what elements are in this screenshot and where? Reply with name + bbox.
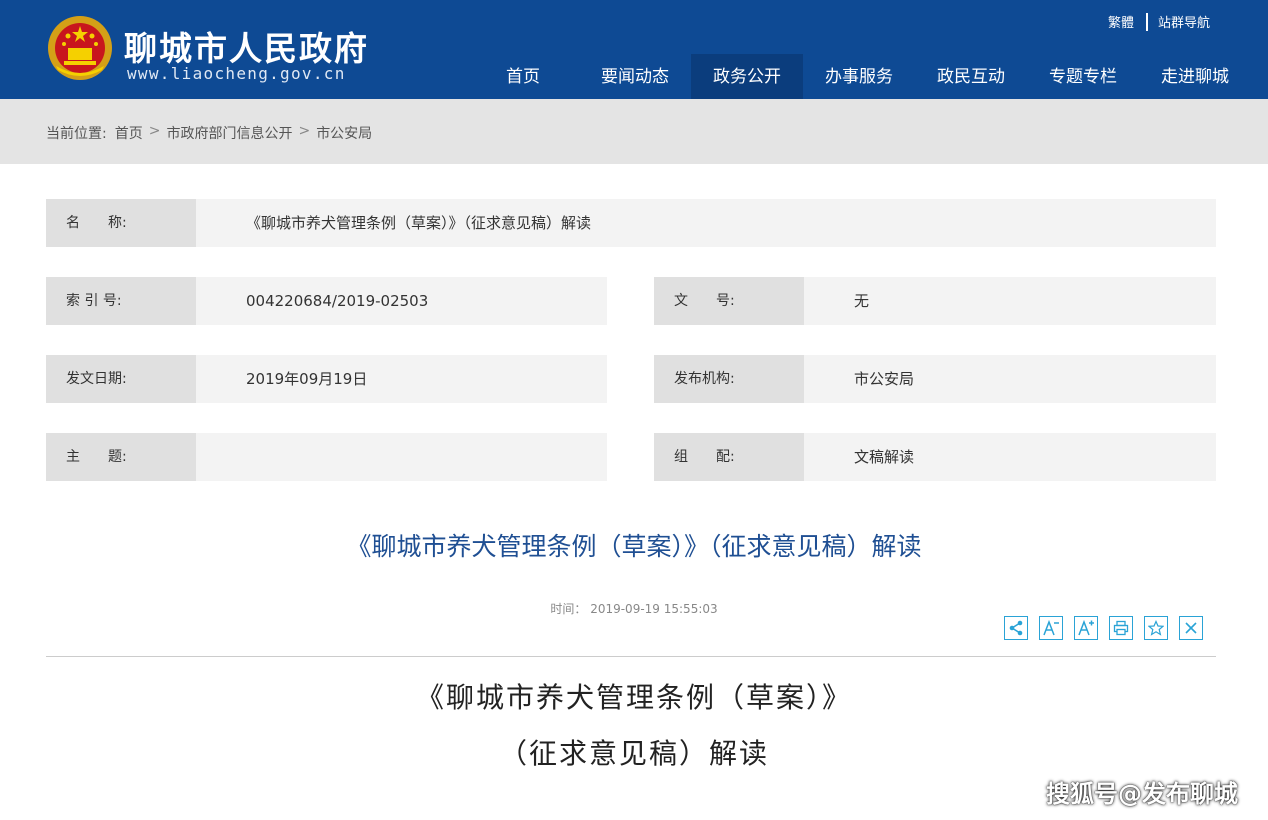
site-header: 聊城市人民政府 www.liaocheng.gov.cn 繁體 站群导航 首页 … — [0, 0, 1268, 99]
article-title: 《聊城市养犬管理条例（草案）》（征求意见稿）解读 — [346, 532, 922, 561]
info-label-doc-no: 文 号: — [654, 277, 804, 325]
breadcrumb: 当前位置: 首页 > 市政府部门信息公开 > 市公安局 — [46, 123, 372, 143]
info-row-index-no: 索 引 号: 004220684/2019-02503 — [46, 277, 607, 325]
site-group-nav-link[interactable]: 站群导航 — [1158, 12, 1210, 31]
info-value-org: 市公安局 — [804, 355, 1216, 403]
info-label-org: 发布机构: — [654, 355, 804, 403]
breadcrumb-separator: > — [298, 123, 311, 139]
info-row-date: 发文日期: 2019年09月19日 — [46, 355, 607, 403]
nav-gov-affairs[interactable]: 政务公开 — [691, 54, 803, 99]
favorite-icon[interactable] — [1144, 616, 1168, 640]
info-value-name: 《聊城市养犬管理条例（草案）》（征求意见稿）解读 — [196, 199, 1216, 247]
share-icon[interactable] — [1004, 616, 1028, 640]
print-icon[interactable] — [1109, 616, 1133, 640]
site-name[interactable]: 聊城市人民政府 — [124, 22, 369, 70]
breadcrumb-police-bureau[interactable]: 市公安局 — [316, 123, 372, 143]
font-decrease-icon[interactable] — [1039, 616, 1063, 640]
top-links: 繁體 站群导航 — [1108, 12, 1210, 31]
nav-services[interactable]: 办事服务 — [803, 54, 915, 99]
info-label-subject: 主 题: — [46, 433, 196, 481]
traditional-chinese-link[interactable]: 繁體 — [1108, 12, 1134, 31]
nav-news[interactable]: 要闻动态 — [579, 54, 691, 99]
info-row-category: 组 配: 文稿解读 — [654, 433, 1216, 481]
info-value-index-no: 004220684/2019-02503 — [196, 277, 607, 325]
info-label-category: 组 配: — [654, 433, 804, 481]
info-value-category: 文稿解读 — [804, 433, 1216, 481]
breadcrumb-home[interactable]: 首页 — [115, 123, 143, 143]
info-label-name: 名 称: — [46, 199, 196, 247]
info-value-date: 2019年09月19日 — [196, 355, 607, 403]
document-title-line2: （征求意见稿）解读 — [498, 737, 769, 770]
close-icon[interactable] — [1179, 616, 1203, 640]
info-row-name: 名 称: 《聊城市养犬管理条例（草案）》（征求意见稿）解读 — [46, 199, 1216, 247]
info-label-index-no: 索 引 号: — [46, 277, 196, 325]
info-row-subject: 主 题: — [46, 433, 607, 481]
article-toolbar — [1004, 616, 1214, 640]
nav-topics[interactable]: 专题专栏 — [1027, 54, 1139, 99]
top-links-divider — [1145, 12, 1148, 31]
breadcrumb-label: 当前位置: — [46, 126, 107, 142]
info-label-date: 发文日期: — [46, 355, 196, 403]
main-nav: 首页 要闻动态 政务公开 办事服务 政民互动 专题专栏 走进聊城 — [467, 54, 1251, 99]
publish-time-label: 时间： — [550, 602, 587, 616]
nav-about-liaocheng[interactable]: 走进聊城 — [1139, 54, 1251, 99]
source-watermark: 搜狐号@发布聊城 — [1046, 780, 1238, 808]
info-value-subject — [196, 433, 607, 481]
info-row-org: 发布机构: 市公安局 — [654, 355, 1216, 403]
publish-time: 时间： 2019-09-19 15:55:03 — [0, 600, 1268, 617]
nav-home[interactable]: 首页 — [467, 54, 579, 99]
info-value-doc-no: 无 — [804, 277, 1216, 325]
document-title-line1: 《聊城市养犬管理条例（草案）》 — [415, 681, 852, 714]
info-row-doc-no: 文 号: 无 — [654, 277, 1216, 325]
publish-time-value: 2019-09-19 15:55:03 — [590, 602, 718, 616]
breadcrumb-dept-info[interactable]: 市政府部门信息公开 — [166, 123, 292, 143]
site-url: www.liaocheng.gov.cn — [127, 64, 346, 83]
font-increase-icon[interactable] — [1074, 616, 1098, 640]
breadcrumb-separator: > — [148, 123, 161, 139]
national-emblem-icon[interactable] — [46, 14, 114, 82]
nav-interaction[interactable]: 政民互动 — [915, 54, 1027, 99]
content-divider — [46, 656, 1216, 657]
